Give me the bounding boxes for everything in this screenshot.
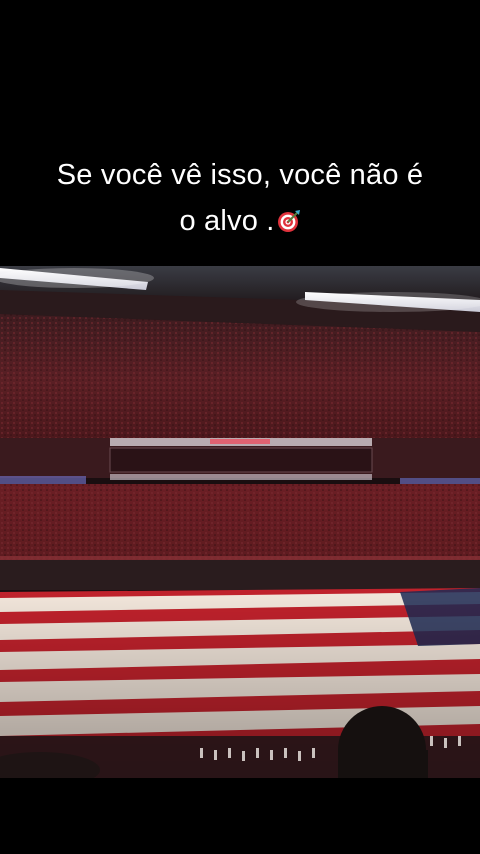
caption-line-2-text: o alvo . (179, 205, 275, 237)
upper-deck-texture (0, 314, 480, 446)
target-icon (277, 201, 301, 232)
light-glow-right (296, 292, 480, 312)
field-wall-trim (0, 556, 480, 560)
suite-windows (109, 447, 373, 473)
video-caption: Se você vê isso, você não é o alvo . (0, 152, 480, 244)
led-strip-center (110, 474, 372, 480)
spectator-shoulders (338, 750, 428, 778)
light-glow-left (0, 268, 154, 288)
stadium-scene (0, 266, 480, 778)
ribbon-board-accent (210, 439, 270, 444)
led-strip-left (0, 476, 86, 484)
caption-line-2: o alvo . (0, 198, 480, 244)
sideline-people (0, 560, 480, 590)
caption-line-1: Se você vê isso, você não é (56, 159, 424, 191)
video-frame[interactable] (0, 266, 480, 778)
